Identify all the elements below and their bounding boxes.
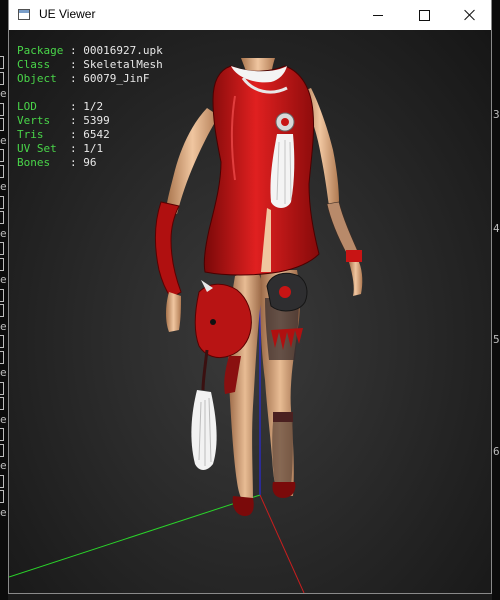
info-separator: : — [43, 128, 84, 141]
console-glyph: e — [0, 87, 7, 100]
console-bracket — [0, 56, 8, 70]
console-glyph: e — [0, 227, 7, 240]
right-shin-net — [272, 422, 293, 486]
info-label: Class — [17, 58, 51, 71]
info-separator: : — [56, 72, 84, 85]
background-console-right: 3 4 5 6 — [492, 0, 500, 600]
console-glyph: e — [0, 320, 7, 333]
info-label: Verts — [17, 114, 51, 127]
hip-tassel-cord — [201, 349, 209, 391]
info-label: UV Set — [17, 142, 57, 155]
console-number: 5 — [493, 333, 500, 346]
console-number: 3 — [493, 108, 500, 121]
console-bracket — [0, 304, 8, 318]
background-console-left: e e e e e e e e e e — [0, 0, 8, 600]
info-separator: : — [50, 58, 84, 71]
left-upper-arm — [166, 108, 219, 214]
3d-viewport[interactable]: Package : 00016927.upk Class : SkeletalMe… — [9, 30, 491, 593]
console-glyph: e — [0, 180, 7, 193]
window-title: UE Viewer — [39, 7, 96, 21]
console-number: 6 — [493, 445, 500, 458]
knee-guard-gem — [279, 286, 291, 298]
console-bracket — [0, 211, 8, 225]
info-row: Object : 60079_JinF — [17, 72, 163, 86]
console-glyph: e — [0, 134, 7, 147]
console-glyph: e — [0, 273, 7, 286]
console-glyph: e — [0, 459, 7, 472]
character-mesh — [154, 58, 363, 516]
right-ankle-wrap — [273, 412, 293, 422]
console-bracket — [0, 351, 8, 365]
left-hand — [166, 292, 181, 332]
minimize-button[interactable] — [355, 0, 401, 30]
console-bracket — [0, 490, 8, 504]
close-button[interactable] — [447, 0, 493, 30]
info-row: Bones : 96 — [17, 156, 163, 170]
ue-viewer-window: UE Viewer Package: 00016927.upk Class:… — [8, 0, 492, 594]
console-bracket — [0, 118, 8, 132]
minimize-icon — [373, 14, 383, 16]
info-value: 1/1 — [83, 142, 104, 155]
info-row: Tris : 6542 — [17, 128, 163, 142]
console-bracket — [0, 475, 8, 489]
console-bracket — [0, 444, 8, 458]
info-value: 5399 — [83, 114, 110, 127]
info-value: 96 — [83, 156, 97, 169]
console-glyph: e — [0, 366, 7, 379]
axis-x-line — [259, 494, 305, 593]
info-row: Class : SkeletalMesh — [17, 58, 163, 72]
chest-knot-gem — [281, 118, 289, 126]
info-label: Package — [17, 44, 64, 57]
right-forearm-net — [326, 201, 360, 259]
info-row: LOD : 1/2 — [17, 100, 163, 114]
maximize-icon — [418, 9, 430, 21]
console-glyph: e — [0, 506, 7, 519]
console-bracket — [0, 335, 8, 349]
dragon-eye — [210, 319, 216, 325]
info-separator: : — [56, 142, 84, 155]
console-bracket — [0, 103, 8, 117]
axis-y-line — [9, 494, 261, 578]
red-dress — [203, 65, 320, 276]
info-separator: : — [36, 100, 84, 113]
console-glyph: e — [0, 413, 7, 426]
right-hand — [349, 262, 363, 296]
info-value: 6542 — [83, 128, 110, 141]
left-shoe — [232, 496, 254, 516]
info-separator: : — [50, 156, 84, 169]
left-forearm-guard — [154, 201, 182, 299]
app-window-icon — [18, 9, 30, 20]
title-bar[interactable]: UE Viewer — [9, 0, 491, 30]
info-value: 1/2 — [83, 100, 104, 113]
info-value: 60079_JinF — [83, 72, 150, 85]
console-bracket — [0, 382, 8, 396]
console-number: 4 — [493, 222, 500, 235]
console-bracket — [0, 289, 8, 303]
console-bracket — [0, 397, 8, 411]
close-icon — [464, 9, 476, 21]
info-label: Object — [17, 72, 57, 85]
console-bracket — [0, 165, 8, 179]
info-separator: : — [63, 44, 84, 57]
info-label: Tris — [17, 128, 44, 141]
info-row: Verts : 5399 — [17, 114, 163, 128]
info-label: LOD — [17, 100, 37, 113]
console-bracket — [0, 258, 8, 272]
mesh-info-panel: Package : 00016927.upk Class : SkeletalMe… — [17, 44, 163, 170]
console-bracket — [0, 149, 8, 163]
console-bracket — [0, 196, 8, 210]
console-bracket — [0, 242, 8, 256]
info-value: SkeletalMesh — [83, 58, 163, 71]
info-label: Bones — [17, 156, 51, 169]
info-value: 00016927.upk — [83, 44, 163, 57]
hip-tassel — [191, 390, 217, 470]
right-wrist-cuff — [346, 250, 362, 262]
console-bracket — [0, 72, 8, 86]
info-row: UV Set : 1/1 — [17, 142, 163, 156]
info-separator: : — [50, 114, 84, 127]
maximize-button[interactable] — [401, 0, 447, 30]
console-bracket — [0, 428, 8, 442]
info-row: Package : 00016927.upk — [17, 44, 163, 58]
